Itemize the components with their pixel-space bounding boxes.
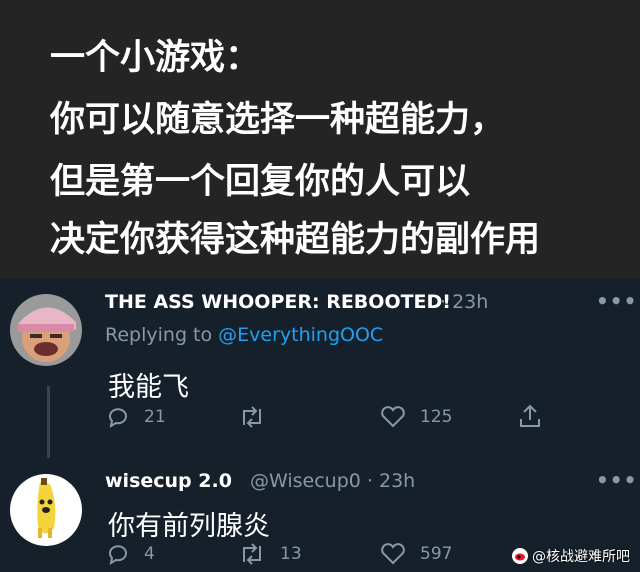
tweet-1-reply-count: 21 [144, 407, 166, 427]
tweet-1-author-name[interactable]: THE ASS WHOOPER: REBOOTED! [105, 291, 451, 313]
tweet-thread: THE ASS WHOOPER: REBOOTED! · 23h ••• Rep… [0, 279, 640, 572]
caption-line-1: 一个小游戏： [50, 38, 261, 78]
thread-connector-line [47, 386, 50, 458]
tweet-2-like-button[interactable]: 597 [380, 542, 452, 566]
retweet-icon [243, 543, 261, 565]
watermark: @核战避难所吧 [512, 546, 630, 566]
tweet-2-retweet-button[interactable]: 13 [238, 542, 302, 566]
caption-panel: 一个小游戏： 你可以随意选择一种超能力， 但是第一个回复你的人可以 决定你获得这… [0, 0, 640, 279]
tweet-1-text: 我能飞 [108, 372, 189, 403]
reply-icon [109, 408, 127, 429]
watermark-text: @核战避难所吧 [532, 549, 630, 565]
tweet-2-reply-count: 4 [144, 544, 155, 564]
retweet-icon [243, 406, 261, 428]
tweet-1-more-icon[interactable]: ••• [596, 289, 637, 313]
tweet-1-like-count: 125 [420, 407, 453, 427]
tweet-2-text: 你有前列腺炎 [108, 511, 270, 542]
tweet-1-like-button[interactable]: 125 [380, 405, 452, 429]
heart-icon [381, 543, 405, 565]
weibo-icon [512, 548, 528, 564]
tweet-1-replying-to: Replying to @EverythingOOC [105, 324, 383, 346]
caption-line-2: 你可以随意选择一种超能力， [50, 100, 506, 140]
tweet-2-reply-button[interactable]: 4 [106, 542, 155, 566]
replying-to-handle-link[interactable]: @EverythingOOC [218, 324, 383, 346]
reply-icon [109, 545, 127, 566]
tweet-1-retweet-button[interactable] [238, 405, 266, 429]
tweet-1-reply-button[interactable]: 21 [106, 405, 166, 429]
heart-icon [381, 406, 405, 428]
replying-to-label: Replying to [105, 324, 219, 346]
avatar-tweet-2[interactable] [10, 474, 82, 546]
tweet-2-retweet-count: 13 [280, 544, 302, 564]
tweet-2-author-name[interactable]: wisecup 2.0 [105, 470, 232, 492]
caption-line-4: 决定你获得这种超能力的副作用 [50, 220, 541, 260]
tweet-2-handle-time[interactable]: @Wisecup0 · 23h [250, 470, 415, 492]
tweet-2-more-icon[interactable]: ••• [596, 468, 637, 492]
tweet-1-share-button[interactable] [518, 403, 542, 429]
caption-line-3: 但是第一个回复你的人可以 [50, 162, 471, 202]
share-icon [520, 404, 540, 427]
tweet-1-time[interactable]: · 23h [440, 291, 488, 313]
avatar-tweet-1[interactable] [10, 294, 82, 366]
tweet-2-like-count: 597 [420, 544, 453, 564]
